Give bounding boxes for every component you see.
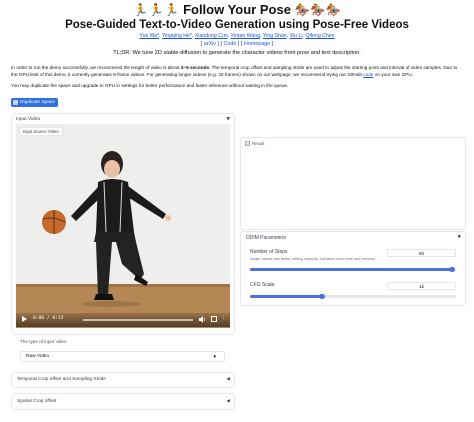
result-title: Result <box>252 141 265 146</box>
input-video-title: Input Video <box>16 117 41 122</box>
input-source-video-label: Input Source Video <box>19 127 63 136</box>
author-link[interactable]: Yue Ma* <box>139 33 159 39</box>
steps-number-input[interactable]: 50 <box>387 249 456 257</box>
app-title: 🏃🏃🏃 Follow Your Pose 🏇🏇🏇 <box>0 2 474 17</box>
note-line-1: In order to run the demo successfully, w… <box>11 64 465 71</box>
duplicate-space-button[interactable]: Duplicate Space <box>11 98 58 107</box>
steps-slider[interactable] <box>250 266 456 272</box>
horse-icons: 🏇🏇🏇 <box>294 3 341 17</box>
note-text: on your own GPU. <box>373 72 414 77</box>
note-line-2: the GPU limit of this demo, it currently… <box>11 71 465 78</box>
caret-left-icon: ◀ <box>226 377 230 382</box>
result-panel: Result <box>240 137 466 230</box>
video-progress-track[interactable] <box>83 319 193 321</box>
video-type-value: Raw Video <box>26 354 50 359</box>
caret-down-icon[interactable]: ▼ <box>458 235 461 240</box>
accordion-spatial-crop[interactable]: Spatial Crop offset ◀ <box>11 393 235 410</box>
bracket: ] <box>270 41 274 47</box>
play-icon[interactable] <box>22 316 27 322</box>
fullscreen-icon[interactable] <box>211 316 217 322</box>
author-link[interactable]: Qifeng Chen <box>305 33 334 39</box>
cfg-slider-fill <box>250 295 323 298</box>
authors-line: Yue Ma*, Yingqing He*, Xiaodong Cun, Xin… <box>139 33 335 39</box>
tldr: TL;DR: We tune 2D stable-diffusion to ge… <box>113 50 361 56</box>
bracket: ] [ <box>216 41 224 47</box>
image-icon <box>245 141 250 146</box>
ddim-parameters-panel: DDIM Parameters ▼ Number of Steps longer… <box>240 231 466 306</box>
cfg-slider[interactable] <box>250 293 456 299</box>
caret-down-icon: ▼ <box>212 354 217 359</box>
title-text: Follow Your Pose <box>183 2 291 17</box>
ddim-title: DDIM Parameters <box>246 235 287 241</box>
author-link[interactable]: Xintao Wang <box>231 33 261 39</box>
video-type-label: The type of input video <box>20 339 67 344</box>
video-type-select[interactable]: Raw Video ▼ <box>20 351 225 362</box>
volume-icon[interactable] <box>199 316 206 323</box>
github-code-link[interactable]: code <box>363 72 373 77</box>
video-frame <box>16 124 230 328</box>
author-link[interactable]: Ying Shan <box>263 33 287 39</box>
steps-info: longer values has better editing capacit… <box>250 257 376 261</box>
paper-links: [ arXiv ] [ Code ] [ Homepage ] <box>0 41 474 47</box>
duplicate-label: Duplicate Space <box>20 100 55 105</box>
author-link[interactable]: Xiaodong Cun <box>195 33 228 39</box>
subtitle: Pose-Guided Text-to-Video Generation usi… <box>65 19 409 31</box>
cfg-number-input[interactable]: 12 <box>387 282 456 290</box>
author-link[interactable]: Yingqing He* <box>162 33 192 39</box>
runner-icons: 🏃🏃🏃 <box>133 3 180 17</box>
accordion-temporal-label: Temporal Crop offset and Sampling Stride <box>17 377 106 382</box>
note-text: the GPU limit of this demo, it currently… <box>11 72 364 77</box>
code-link[interactable]: Code <box>224 41 237 47</box>
note-line-3: You may duplicate the space and upgrade … <box>11 83 289 88</box>
author-link[interactable]: Xiu Li <box>290 33 303 39</box>
homepage-link[interactable]: Homepage <box>244 41 270 47</box>
note-text: . The temporal crop offset and sampling … <box>209 65 458 70</box>
bracket: ] [ <box>236 41 244 47</box>
cfg-slider-knob[interactable] <box>319 293 325 299</box>
arxiv-link[interactable]: arXiv <box>204 41 216 47</box>
steps-slider-knob[interactable] <box>449 266 455 272</box>
note-text: In order to run the demo successfully, w… <box>11 65 181 70</box>
caret-left-icon: ◀ <box>226 399 230 404</box>
source-label-text: Input Source Video <box>23 129 59 134</box>
steps-slider-fill <box>250 268 452 271</box>
video-controls: 0:00 / 0:13 ⋮ <box>16 313 230 327</box>
input-video-header: Input Video <box>16 117 40 122</box>
duplicate-icon <box>13 100 18 105</box>
video-time: 0:00 / 0:13 <box>33 316 64 321</box>
note-bold: 3~5 seconds <box>180 65 210 70</box>
steps-label: Number of Steps <box>250 249 288 255</box>
result-label: Result <box>245 141 264 146</box>
accordion-spatial-label: Spatial Crop offset <box>17 399 57 404</box>
accordion-temporal-crop[interactable]: Temporal Crop offset and Sampling Stride… <box>11 372 235 388</box>
caret-down-icon[interactable]: ▼ <box>227 117 230 122</box>
video-player[interactable]: Input Source Video <box>16 124 230 328</box>
more-icon[interactable]: ⋮ <box>221 316 226 321</box>
cfg-label: CFG Scale <box>250 282 275 288</box>
